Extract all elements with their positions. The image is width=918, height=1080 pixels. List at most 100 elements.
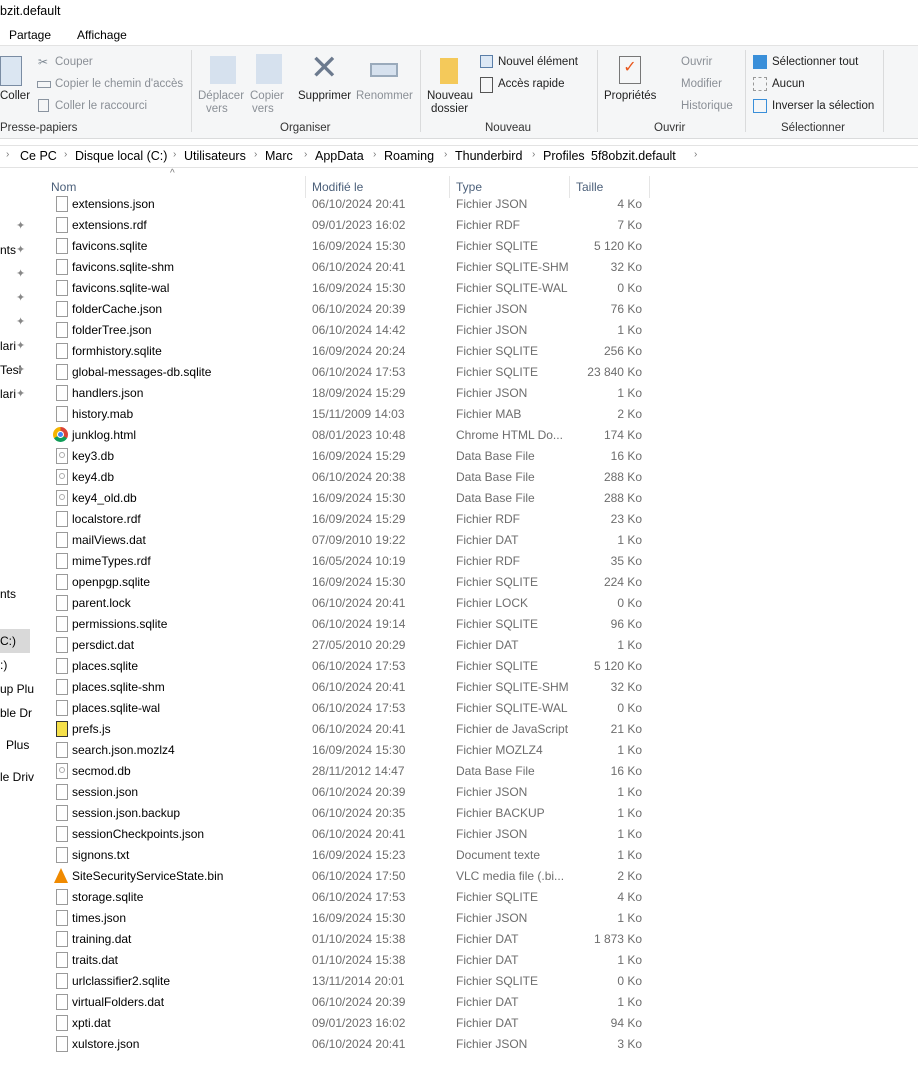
history-button[interactable]: Historique xyxy=(681,100,733,112)
pin-icon[interactable]: ✦ xyxy=(16,243,25,256)
file-row[interactable]: storage.sqlite 06/10/2024 17:53 Fichier … xyxy=(50,887,650,908)
breadcrumb-item[interactable]: Marc xyxy=(265,149,293,163)
chevron-right-icon[interactable]: › xyxy=(304,149,307,160)
nav-item[interactable]: nts xyxy=(0,587,16,601)
file-row[interactable]: openpgp.sqlite 16/09/2024 15:30 Fichier … xyxy=(50,572,650,593)
breadcrumb-item[interactable]: Ce PC xyxy=(20,149,57,163)
breadcrumb-item[interactable]: Disque local (C:) xyxy=(75,149,167,163)
chevron-right-icon[interactable]: › xyxy=(580,149,583,160)
file-row[interactable]: mimeTypes.rdf 16/05/2024 10:19 Fichier R… xyxy=(50,551,650,572)
column-header-modified[interactable]: Modifié le xyxy=(312,180,363,194)
file-row[interactable]: history.mab 15/11/2009 14:03 Fichier MAB… xyxy=(50,404,650,425)
invert-selection-button[interactable]: Inverser la sélection xyxy=(772,100,874,112)
quick-access-button[interactable]: Accès rapide xyxy=(498,78,564,90)
nav-item[interactable]: lari xyxy=(0,339,16,353)
file-row[interactable]: formhistory.sqlite 16/09/2024 20:24 Fich… xyxy=(50,341,650,362)
nav-item[interactable]: nts xyxy=(0,243,16,257)
breadcrumb-item[interactable]: Roaming xyxy=(384,149,434,163)
file-row[interactable]: folderTree.json 06/10/2024 14:42 Fichier… xyxy=(50,320,650,341)
file-row[interactable]: training.dat 01/10/2024 15:38 Fichier DA… xyxy=(50,929,650,950)
file-row[interactable]: handlers.json 18/09/2024 15:29 Fichier J… xyxy=(50,383,650,404)
rename-button[interactable]: Renommer xyxy=(356,90,413,102)
column-header-type[interactable]: Type xyxy=(456,180,482,194)
cut-button[interactable]: Couper xyxy=(55,56,93,68)
file-row[interactable]: places.sqlite 06/10/2024 17:53 Fichier S… xyxy=(50,656,650,677)
file-row[interactable]: times.json 16/09/2024 15:30 Fichier JSON… xyxy=(50,908,650,929)
file-row[interactable]: permissions.sqlite 06/10/2024 19:14 Fich… xyxy=(50,614,650,635)
chevron-right-icon[interactable]: › xyxy=(64,149,67,160)
nav-item[interactable]: le Driv xyxy=(0,770,34,784)
file-row[interactable]: xulstore.json 06/10/2024 20:41 Fichier J… xyxy=(50,1034,650,1055)
nav-item[interactable]: ble Dr xyxy=(0,706,32,720)
file-row[interactable]: SiteSecurityServiceState.bin 06/10/2024 … xyxy=(50,866,650,887)
edit-button[interactable]: Modifier xyxy=(681,78,722,90)
file-row[interactable]: favicons.sqlite-shm 06/10/2024 20:41 Fic… xyxy=(50,257,650,278)
chevron-right-icon[interactable]: › xyxy=(254,149,257,160)
new-folder-button[interactable]: Nouveau xyxy=(427,90,473,102)
copy-path-button[interactable]: Copier le chemin d'accès xyxy=(55,78,183,90)
select-none-button[interactable]: Aucun xyxy=(772,78,805,90)
file-row[interactable]: prefs.js 06/10/2024 20:41 Fichier de Jav… xyxy=(50,719,650,740)
file-row[interactable]: urlclassifier2.sqlite 13/11/2014 20:01 F… xyxy=(50,971,650,992)
file-row[interactable]: key4.db 06/10/2024 20:38 Data Base File … xyxy=(50,467,650,488)
chevron-right-icon[interactable]: › xyxy=(373,149,376,160)
file-row[interactable]: virtualFolders.dat 06/10/2024 20:39 Fich… xyxy=(50,992,650,1013)
file-row[interactable]: xpti.dat 09/01/2023 16:02 Fichier DAT 94… xyxy=(50,1013,650,1034)
pin-icon[interactable]: ✦ xyxy=(16,219,25,232)
nav-item[interactable]: Plus xyxy=(6,738,29,752)
paste-button[interactable]: Coller xyxy=(0,90,30,102)
file-row[interactable]: session.json.backup 06/10/2024 20:35 Fic… xyxy=(50,803,650,824)
file-row[interactable]: persdict.dat 27/05/2010 20:29 Fichier DA… xyxy=(50,635,650,656)
pin-icon[interactable]: ✦ xyxy=(16,291,25,304)
breadcrumb-item[interactable]: Thunderbird xyxy=(455,149,522,163)
chevron-right-icon[interactable]: › xyxy=(532,149,535,160)
pin-icon[interactable]: ✦ xyxy=(16,363,25,376)
file-row[interactable]: places.sqlite-shm 06/10/2024 20:41 Fichi… xyxy=(50,677,650,698)
paste-shortcut-button[interactable]: Coller le raccourci xyxy=(55,100,147,112)
chevron-right-icon[interactable]: › xyxy=(694,149,697,160)
pin-icon[interactable]: ✦ xyxy=(16,315,25,328)
nav-item[interactable]: lari xyxy=(0,387,16,401)
nav-item[interactable]: :) xyxy=(0,658,7,672)
file-row[interactable]: key3.db 16/09/2024 15:29 Data Base File … xyxy=(50,446,650,467)
file-row[interactable]: parent.lock 06/10/2024 20:41 Fichier LOC… xyxy=(50,593,650,614)
column-header-name[interactable]: Nom xyxy=(51,180,76,194)
pin-icon[interactable]: ✦ xyxy=(16,387,25,400)
file-row[interactable]: favicons.sqlite-wal 16/09/2024 15:30 Fic… xyxy=(50,278,650,299)
file-row[interactable]: signons.txt 16/09/2024 15:23 Document te… xyxy=(50,845,650,866)
nav-item[interactable]: up Plu xyxy=(0,682,34,696)
column-header-size[interactable]: Taille xyxy=(576,180,603,194)
file-row[interactable]: secmod.db 28/11/2012 14:47 Data Base Fil… xyxy=(50,761,650,782)
file-row[interactable]: sessionCheckpoints.json 06/10/2024 20:41… xyxy=(50,824,650,845)
move-to-button[interactable]: Déplacer xyxy=(198,90,244,102)
new-item-button[interactable]: Nouvel élément xyxy=(498,56,578,68)
tab-partage[interactable]: Partage xyxy=(9,28,51,42)
open-button[interactable]: Ouvrir xyxy=(681,56,712,68)
chevron-right-icon[interactable]: › xyxy=(444,149,447,160)
file-row[interactable]: folderCache.json 06/10/2024 20:39 Fichie… xyxy=(50,299,650,320)
file-row[interactable]: search.json.mozlz4 16/09/2024 15:30 Fich… xyxy=(50,740,650,761)
file-row[interactable]: places.sqlite-wal 06/10/2024 17:53 Fichi… xyxy=(50,698,650,719)
delete-button[interactable]: Supprimer xyxy=(298,90,351,102)
file-row[interactable]: traits.dat 01/10/2024 15:38 Fichier DAT … xyxy=(50,950,650,971)
pin-icon[interactable]: ✦ xyxy=(16,339,25,352)
properties-button[interactable]: Propriétés xyxy=(604,90,656,102)
file-row[interactable]: key4_old.db 16/09/2024 15:30 Data Base F… xyxy=(50,488,650,509)
copy-to-button[interactable]: Copier xyxy=(250,90,284,102)
file-row[interactable]: global-messages-db.sqlite 06/10/2024 17:… xyxy=(50,362,650,383)
pin-icon[interactable]: ✦ xyxy=(16,267,25,280)
tab-affichage[interactable]: Affichage xyxy=(77,28,127,42)
chevron-right-icon[interactable]: › xyxy=(173,149,176,160)
file-row[interactable]: favicons.sqlite 16/09/2024 15:30 Fichier… xyxy=(50,236,650,257)
file-row[interactable]: session.json 06/10/2024 20:39 Fichier JS… xyxy=(50,782,650,803)
file-row[interactable]: localstore.rdf 16/09/2024 15:29 Fichier … xyxy=(50,509,650,530)
file-row[interactable]: mailViews.dat 07/09/2010 19:22 Fichier D… xyxy=(50,530,650,551)
breadcrumb-item[interactable]: 5f8obzit.default xyxy=(591,149,676,163)
breadcrumb-item[interactable]: Utilisateurs xyxy=(184,149,246,163)
breadcrumb-item[interactable]: AppData xyxy=(315,149,364,163)
select-all-button[interactable]: Sélectionner tout xyxy=(772,56,858,68)
nav-item[interactable]: C:) xyxy=(0,634,16,648)
file-row[interactable]: extensions.rdf 09/01/2023 16:02 Fichier … xyxy=(50,215,650,236)
file-row[interactable]: extensions.json 06/10/2024 20:41 Fichier… xyxy=(50,194,650,215)
file-row[interactable]: junklog.html 08/01/2023 10:48 Chrome HTM… xyxy=(50,425,650,446)
